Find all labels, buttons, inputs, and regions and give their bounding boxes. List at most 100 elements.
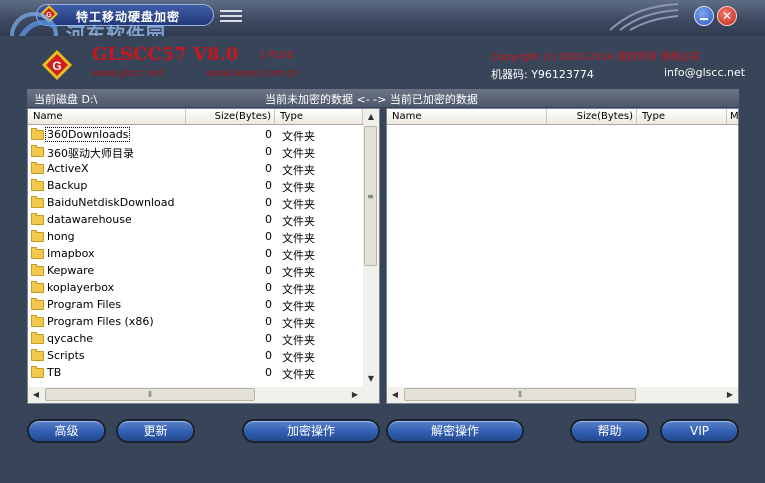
file-size: 0 (265, 162, 272, 175)
file-size: 0 (265, 213, 272, 226)
file-size: 0 (265, 366, 272, 379)
file-size: 0 (265, 179, 272, 192)
g-diamond-logo-icon: G (42, 50, 72, 80)
scroll-down-icon[interactable]: ▼ (363, 371, 379, 387)
current-disk-label: 当前磁盘 D:\ (34, 93, 98, 106)
scroll-right-icon[interactable]: ▶ (722, 387, 738, 403)
file-size: 0 (265, 298, 272, 311)
file-type: 文件夹 (282, 130, 315, 143)
column-header-extra[interactable]: M (727, 109, 738, 125)
file-row[interactable]: 360驱动大师目录 0 文件夹 (28, 144, 362, 161)
app-window: G 特工移动硬盘加密 ✕ 河东软件园 G GLSCC57 V8.0 1 PLUS… (0, 0, 765, 483)
title-bar-decoration (609, 3, 679, 31)
copyright-text: Copyright (c) 2003-2014 版权所有 侵权必究 (491, 52, 701, 63)
folder-icon (31, 145, 44, 157)
file-name: Backup (47, 179, 88, 192)
scroll-left-icon[interactable]: ◀ (28, 387, 44, 403)
vertical-scroll-thumb[interactable]: ≡ (364, 126, 377, 266)
machine-code: 机器码: Y96123774 (491, 68, 594, 81)
folder-icon (31, 162, 44, 174)
folder-icon (31, 366, 44, 378)
vertical-scrollbar[interactable]: ▲ ≡ ▼ (363, 109, 379, 387)
file-size: 0 (265, 264, 272, 277)
file-row[interactable]: hong 0 文件夹 (28, 229, 362, 246)
file-row[interactable]: Scripts 0 文件夹 (28, 348, 362, 365)
file-name: Scripts (47, 349, 85, 362)
folder-icon (31, 230, 44, 242)
file-type: 文件夹 (282, 351, 315, 364)
folder-icon (31, 315, 44, 327)
scroll-right-icon[interactable]: ▶ (347, 387, 363, 403)
file-row[interactable]: BaiduNetdiskDownload 0 文件夹 (28, 195, 362, 212)
file-name: Program Files (x86) (47, 315, 154, 328)
file-row[interactable]: Backup 0 文件夹 (28, 178, 362, 195)
encrypt-button[interactable]: 加密操作 (242, 419, 380, 443)
minimize-icon (700, 18, 708, 20)
file-size: 0 (265, 247, 272, 260)
vip-button[interactable]: VIP (660, 419, 739, 443)
file-type: 文件夹 (282, 249, 315, 262)
folder-icon (31, 213, 44, 225)
file-name: datawarehouse (47, 213, 132, 226)
column-header-name[interactable]: Name (387, 109, 547, 125)
file-type: 文件夹 (282, 300, 315, 313)
folder-icon (31, 196, 44, 208)
scrollbar-corner (363, 387, 379, 403)
product-name: GLSCC57 V8.0 (92, 44, 239, 65)
close-button[interactable]: ✕ (717, 6, 737, 26)
horizontal-scroll-thumb[interactable]: ⦀ (404, 388, 636, 401)
file-size: 0 (265, 145, 272, 158)
file-name: 360Downloads (44, 127, 131, 142)
decrypt-button[interactable]: 解密操作 (386, 419, 524, 443)
scroll-left-icon[interactable]: ◀ (387, 387, 403, 403)
file-name: qycache (47, 332, 94, 345)
column-header-type[interactable]: Type (637, 109, 727, 125)
folder-icon (31, 332, 44, 344)
file-size: 0 (265, 196, 272, 209)
encrypted-file-list[interactable]: Name Size(Bytes) Type M ◀ ⦀ ▶ (386, 108, 739, 404)
file-name: hong (47, 230, 75, 243)
horizontal-scrollbar[interactable]: ◀ ⦀ ▶ (387, 387, 738, 403)
help-button[interactable]: 帮助 (570, 419, 649, 443)
website-url-secondary: www.leese.com.cn (206, 68, 299, 79)
folder-icon (31, 179, 44, 191)
edition-label: 1 PLUS (259, 50, 294, 61)
file-name: 360驱动大师目录 (47, 147, 134, 160)
svg-text:G: G (52, 59, 61, 73)
file-row[interactable]: Imapbox 0 文件夹 (28, 246, 362, 263)
file-type: 文件夹 (282, 198, 315, 211)
file-name: BaiduNetdiskDownload (47, 196, 175, 209)
file-row[interactable]: datawarehouse 0 文件夹 (28, 212, 362, 229)
file-type: 文件夹 (282, 317, 315, 330)
file-type: 文件夹 (282, 334, 315, 347)
folder-icon (31, 281, 44, 293)
folder-icon (31, 264, 44, 276)
file-row[interactable]: Kepware 0 文件夹 (28, 263, 362, 280)
file-row[interactable]: Program Files 0 文件夹 (28, 297, 362, 314)
file-name: koplayerbox (47, 281, 115, 294)
horizontal-scrollbar[interactable]: ◀ ⦀ ▶ (28, 387, 363, 403)
unencrypted-file-list[interactable]: Name Size(Bytes) Type 360Downloads 0 文件夹 36… (27, 108, 380, 404)
website-url: www.glscc.net (92, 68, 164, 79)
file-row[interactable]: koplayerbox 0 文件夹 (28, 280, 362, 297)
column-header-size[interactable]: Size(Bytes) (186, 109, 275, 125)
menu-icon[interactable] (220, 10, 242, 24)
file-type: 文件夹 (282, 266, 315, 279)
advanced-button[interactable]: 高级 (27, 419, 106, 443)
file-type: 文件夹 (282, 164, 315, 177)
file-size: 0 (265, 230, 272, 243)
file-row[interactable]: 360Downloads 0 文件夹 (28, 127, 362, 144)
scroll-up-icon[interactable]: ▲ (363, 109, 379, 125)
column-header-type[interactable]: Type (275, 109, 363, 125)
file-row[interactable]: TB 0 文件夹 (28, 365, 362, 382)
horizontal-scroll-thumb[interactable]: ⦀ (45, 388, 255, 401)
file-size: 0 (265, 128, 272, 141)
column-header-size[interactable]: Size(Bytes) (547, 109, 637, 125)
file-name: Program Files (47, 298, 122, 311)
minimize-button[interactable] (694, 6, 714, 26)
refresh-button[interactable]: 更新 (116, 419, 195, 443)
file-row[interactable]: Program Files (x86) 0 文件夹 (28, 314, 362, 331)
file-row[interactable]: ActiveX 0 文件夹 (28, 161, 362, 178)
file-row[interactable]: qycache 0 文件夹 (28, 331, 362, 348)
column-header-name[interactable]: Name (28, 109, 186, 125)
